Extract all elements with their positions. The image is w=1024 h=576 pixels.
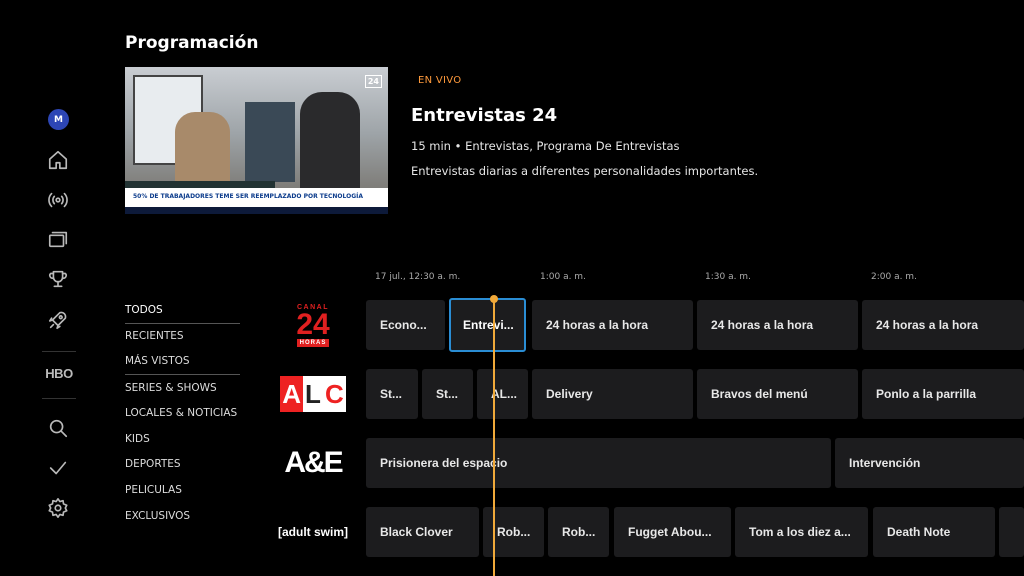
live-badge: EN VIVO	[418, 75, 462, 86]
time-label: 1:30 a. m.	[705, 272, 751, 282]
profile-avatar[interactable]: M	[48, 109, 69, 130]
channel-logo-alc[interactable]: A L C	[278, 369, 348, 419]
program-cell[interactable]: 24 horas a la hora	[862, 300, 1024, 350]
category-series-shows[interactable]: SERIES & SHOWS	[125, 375, 240, 401]
time-label: 1:00 a. m.	[540, 272, 586, 282]
channel-logo-24horas[interactable]: CANAL 24 HORAS	[278, 300, 348, 350]
category-deportes[interactable]: DEPORTES	[125, 452, 240, 478]
sidebar-divider	[42, 351, 76, 352]
ticker-header	[125, 181, 275, 188]
program-cell[interactable]: Rob...	[548, 507, 609, 557]
program-description: Entrevistas diarias a diferentes persona…	[411, 164, 759, 178]
logo-text: 24	[296, 307, 330, 341]
program-cell[interactable]: St...	[422, 369, 473, 419]
logo-text: C	[322, 376, 346, 412]
library-icon[interactable]	[44, 225, 72, 253]
search-icon[interactable]	[44, 414, 72, 442]
channel-logo-ae[interactable]: A&E	[278, 438, 348, 488]
program-cell-focused[interactable]: Entrevi...	[449, 298, 526, 352]
program-cell[interactable]: Tom a los diez a...	[735, 507, 868, 557]
logo-text: A	[280, 376, 304, 412]
program-cell[interactable]: Prisionera del espacio	[366, 438, 831, 488]
category-kids[interactable]: KIDS	[125, 426, 240, 452]
program-cell[interactable]: Black Clover	[366, 507, 479, 557]
program-cell[interactable]	[999, 507, 1024, 557]
program-cell[interactable]: Bravos del menú	[697, 369, 858, 419]
channel-watermark: 24	[364, 75, 382, 88]
rocket-icon[interactable]	[44, 306, 72, 334]
gear-icon[interactable]	[44, 494, 72, 522]
page-title: Programación	[125, 33, 259, 53]
program-cell[interactable]: AL...	[477, 369, 528, 419]
logo-text: A&E	[284, 446, 343, 479]
trophy-icon[interactable]	[44, 265, 72, 293]
live-preview-video[interactable]: 24 50% DE TRABAJADORES TEME SER REEMPLAZ…	[125, 67, 388, 214]
program-cell[interactable]: Econo...	[366, 300, 445, 350]
program-cell[interactable]: Fugget Abou...	[614, 507, 731, 557]
logo-text: L	[303, 376, 323, 412]
sidebar: M HBO	[0, 0, 100, 576]
current-time-dot	[490, 295, 498, 303]
category-mas-vistos[interactable]: MÁS VISTOS	[125, 349, 240, 375]
category-locales-noticias[interactable]: LOCALES & NOTICIAS	[125, 400, 240, 426]
category-todos[interactable]: TODOS	[125, 298, 240, 324]
category-list: TODOS RECIENTES MÁS VISTOS SERIES & SHOW…	[125, 298, 240, 528]
ticker-bottom	[125, 207, 388, 214]
channel-logo-adult-swim[interactable]: [adult swim]	[278, 507, 348, 557]
time-label: 2:00 a. m.	[871, 272, 917, 282]
logo-text: HORAS	[296, 338, 330, 347]
program-cell[interactable]: Delivery	[532, 369, 693, 419]
preview-scene	[245, 102, 295, 182]
time-label: 17 jul., 12:30 a. m.	[375, 272, 461, 282]
home-icon[interactable]	[44, 146, 72, 174]
category-exclusivos[interactable]: EXCLUSIVOS	[125, 503, 240, 529]
current-time-indicator	[493, 297, 495, 576]
program-title: Entrevistas 24	[411, 105, 558, 126]
ticker-text: 50% DE TRABAJADORES TEME SER REEMPLAZADO…	[133, 193, 364, 200]
program-cell[interactable]: Death Note	[873, 507, 995, 557]
logo-text: [adult swim]	[278, 525, 349, 539]
program-meta: 15 min • Entrevistas, Programa De Entrev…	[411, 139, 680, 153]
program-cell[interactable]: St...	[366, 369, 418, 419]
program-cell[interactable]: Ponlo a la parrilla	[862, 369, 1024, 419]
preview-scene	[300, 92, 360, 202]
live-icon[interactable]	[44, 186, 72, 214]
program-cell[interactable]: 24 horas a la hora	[532, 300, 693, 350]
category-peliculas[interactable]: PELICULAS	[125, 477, 240, 503]
sidebar-divider	[42, 398, 76, 399]
check-icon[interactable]	[44, 454, 72, 482]
program-cell[interactable]: 24 horas a la hora	[697, 300, 858, 350]
program-cell[interactable]: Intervención	[835, 438, 1024, 488]
category-recientes[interactable]: RECIENTES	[125, 324, 240, 350]
news-ticker: 50% DE TRABAJADORES TEME SER REEMPLAZADO…	[125, 181, 388, 214]
hbo-logo[interactable]: HBO	[42, 366, 76, 381]
